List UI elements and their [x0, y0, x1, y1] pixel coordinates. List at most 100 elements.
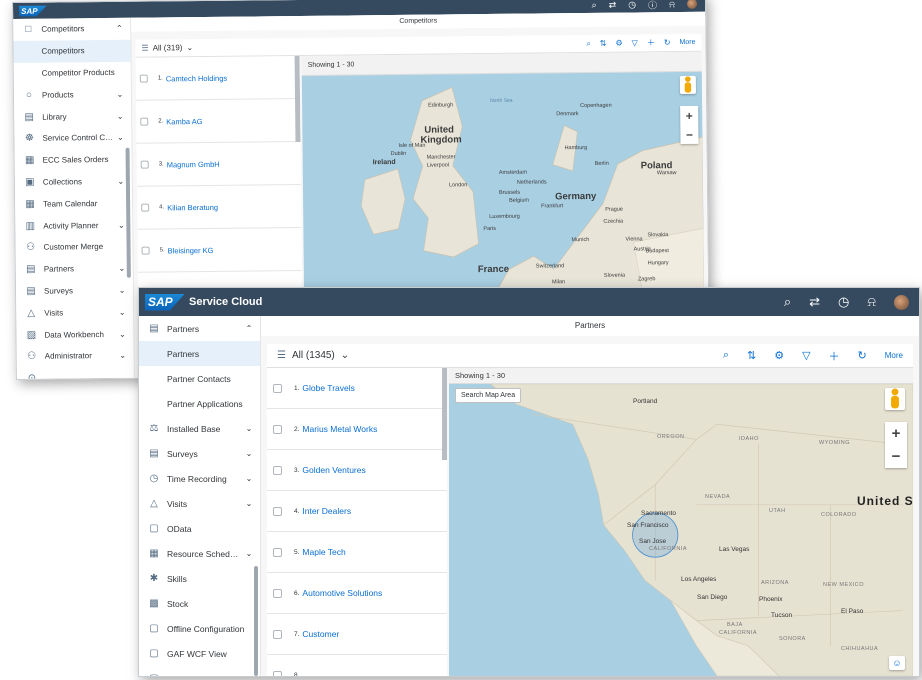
sidebar-scrollbar[interactable]: [254, 566, 258, 676]
table-row[interactable]: 5. Bleisinger KG: [137, 227, 302, 273]
chevron-down-icon[interactable]: ⌄: [113, 111, 127, 120]
table-row[interactable]: 1. Globe Travels: [267, 368, 447, 409]
sidebar-item-administrator[interactable]: ⚇ Administrator ⌄: [17, 345, 134, 368]
street-view-pegman-icon[interactable]: [679, 75, 696, 95]
row-link[interactable]: Camtech Holdings: [166, 73, 227, 83]
bell-icon[interactable]: ⍾: [669, 0, 675, 10]
sidebar-item-surveys[interactable]: ▤ Surveys ⌄: [139, 441, 260, 466]
sidebar-item-customer-moments[interactable]: ▢ Customer Moments: [139, 666, 260, 676]
chevron-up-icon[interactable]: ⌃: [112, 24, 126, 33]
sidebar-item-settings[interactable]: ⊙: [17, 366, 134, 380]
map[interactable]: Portland OREGON IDAHO WYOMING NEVADA UTAH Unit…: [449, 384, 913, 676]
row-checkbox[interactable]: [273, 465, 282, 475]
chevron-down-icon[interactable]: ⌄: [242, 474, 256, 483]
chevron-down-icon[interactable]: ⌄: [242, 549, 256, 558]
sidebar-item-partners[interactable]: ▤ Partners ⌃: [139, 316, 260, 341]
table-row[interactable]: 3. Golden Ventures: [267, 450, 447, 491]
row-link[interactable]: Golden Ventures: [302, 465, 365, 475]
row-link[interactable]: Inter Dealers: [302, 506, 351, 516]
chevron-down-icon[interactable]: ⌄: [242, 449, 256, 458]
sidebar-item-collections[interactable]: ▣ Collections ⌄: [15, 170, 132, 193]
chevron-up-icon[interactable]: ⌃: [242, 324, 256, 333]
table-row[interactable]: 4. Kilian Beratung: [136, 184, 302, 230]
map-person-icon[interactable]: ☺: [889, 656, 905, 670]
sidebar-item-surveys[interactable]: ▤ Surveys ⌄: [16, 279, 133, 302]
table-row[interactable]: 6. Automotive Solutions: [267, 573, 447, 614]
sidebar-item-products[interactable]: ○ Products ⌄: [14, 83, 131, 106]
table-row[interactable]: 4. Inter Dealers: [267, 491, 447, 532]
sidebar-item-partners[interactable]: Partners: [139, 341, 260, 366]
sidebar-item-time-recording[interactable]: ◷ Time Recording ⌄: [139, 466, 260, 491]
sidebar-item-visits[interactable]: △ Visits ⌄: [139, 491, 260, 516]
table-row[interactable]: 2. Kamba AG: [136, 98, 301, 144]
more-button[interactable]: More: [679, 39, 695, 46]
clock-icon[interactable]: ◷: [628, 0, 636, 10]
copilot-icon[interactable]: ⇄: [609, 0, 617, 10]
table-row[interactable]: 1. Camtech Holdings: [135, 55, 301, 101]
row-checkbox[interactable]: [273, 547, 282, 557]
row-checkbox[interactable]: [139, 74, 148, 83]
table-row[interactable]: 2. Marius Metal Works: [267, 409, 447, 450]
row-checkbox[interactable]: [273, 670, 282, 676]
sidebar-item-partner-applications[interactable]: Partner Applications: [139, 391, 260, 416]
sidebar-item-competitors[interactable]: □ Competitors ⌃: [13, 18, 130, 41]
row-link[interactable]: Kamba AG: [166, 117, 202, 126]
chevron-down-icon[interactable]: ⌄: [113, 133, 127, 142]
row-link[interactable]: Globe Travels: [302, 383, 354, 393]
sidebar-item-skills[interactable]: ✱ Skills: [139, 566, 260, 591]
sidebar-item-partners[interactable]: ▤ Partners ⌄: [16, 258, 133, 281]
sidebar-item-odata[interactable]: ▢ OData: [139, 516, 260, 541]
row-link[interactable]: Marius Metal Works: [302, 424, 377, 434]
row-link[interactable]: Automotive Solutions: [302, 588, 382, 598]
help-icon[interactable]: ⓘ: [648, 0, 657, 11]
sidebar-item-installed-base[interactable]: ⚖ Installed Base ⌄: [139, 416, 260, 441]
row-checkbox[interactable]: [140, 117, 149, 126]
sidebar-item-offline-configuration[interactable]: ▢ Offline Configuration: [139, 616, 260, 641]
row-checkbox[interactable]: [273, 424, 282, 434]
filter-dropdown[interactable]: ☰ All (1345) ⌄: [277, 350, 349, 361]
row-link[interactable]: Maple Tech: [302, 547, 345, 557]
row-checkbox[interactable]: [141, 203, 150, 212]
chevron-down-icon[interactable]: ⌄: [242, 424, 256, 433]
sidebar-item-service-control-ce-[interactable]: ☸ Service Control Ce... ⌄: [14, 127, 131, 150]
search-map-area-button[interactable]: Search Map Area: [455, 388, 522, 403]
filter-dropdown[interactable]: ☰ All (319) ⌄: [141, 43, 193, 53]
list-scrollbar[interactable]: [442, 368, 447, 460]
sidebar-item-visits[interactable]: △ Visits ⌄: [16, 301, 133, 324]
settings-icon[interactable]: ⚙: [774, 349, 784, 362]
sap-logo[interactable]: SAP: [145, 293, 185, 311]
row-checkbox[interactable]: [273, 629, 282, 639]
avatar[interactable]: [894, 294, 909, 310]
zoom-out-button[interactable]: −: [892, 448, 901, 465]
refresh-icon[interactable]: ↻: [858, 349, 867, 362]
chevron-down-icon[interactable]: ⌄: [115, 308, 129, 317]
search-icon[interactable]: ⌕: [784, 294, 791, 310]
sap-logo[interactable]: SAP: [19, 5, 47, 16]
sidebar-item-team-calendar[interactable]: ▦ Team Calendar: [15, 192, 132, 215]
sort-icon[interactable]: ⇅: [747, 349, 756, 362]
search-icon[interactable]: ⌕: [592, 0, 597, 10]
row-link[interactable]: Customer: [302, 629, 339, 639]
row-checkbox[interactable]: [140, 160, 149, 169]
add-icon[interactable]: ＋: [647, 37, 655, 48]
row-checkbox[interactable]: [141, 246, 150, 255]
sidebar-item-customer-merge[interactable]: ⚇ Customer Merge: [15, 236, 132, 259]
avatar[interactable]: [687, 0, 698, 9]
row-checkbox[interactable]: [273, 383, 282, 393]
row-checkbox[interactable]: [273, 506, 282, 516]
search-icon[interactable]: ⌕: [586, 38, 591, 48]
sidebar-item-activity-planner[interactable]: ▥ Activity Planner ⌄: [15, 214, 132, 237]
chevron-down-icon[interactable]: ⌄: [115, 329, 129, 338]
more-button[interactable]: More: [885, 351, 903, 360]
refresh-icon[interactable]: ↻: [664, 38, 671, 47]
table-row[interactable]: 3. Magnum GmbH: [136, 141, 301, 187]
settings-icon[interactable]: ⚙: [615, 39, 622, 48]
sidebar-item-competitor-products[interactable]: Competitor Products: [14, 61, 131, 84]
copilot-icon[interactable]: ⇄: [809, 294, 820, 310]
sidebar-item-competitors[interactable]: Competitors: [13, 39, 131, 63]
sort-icon[interactable]: ⇅: [600, 39, 607, 48]
list-scrollbar[interactable]: [294, 55, 301, 143]
zoom-in-button[interactable]: +: [686, 108, 693, 122]
street-view-pegman-icon[interactable]: [885, 388, 905, 410]
sidebar-item-library[interactable]: ▤ Library ⌄: [14, 105, 131, 128]
